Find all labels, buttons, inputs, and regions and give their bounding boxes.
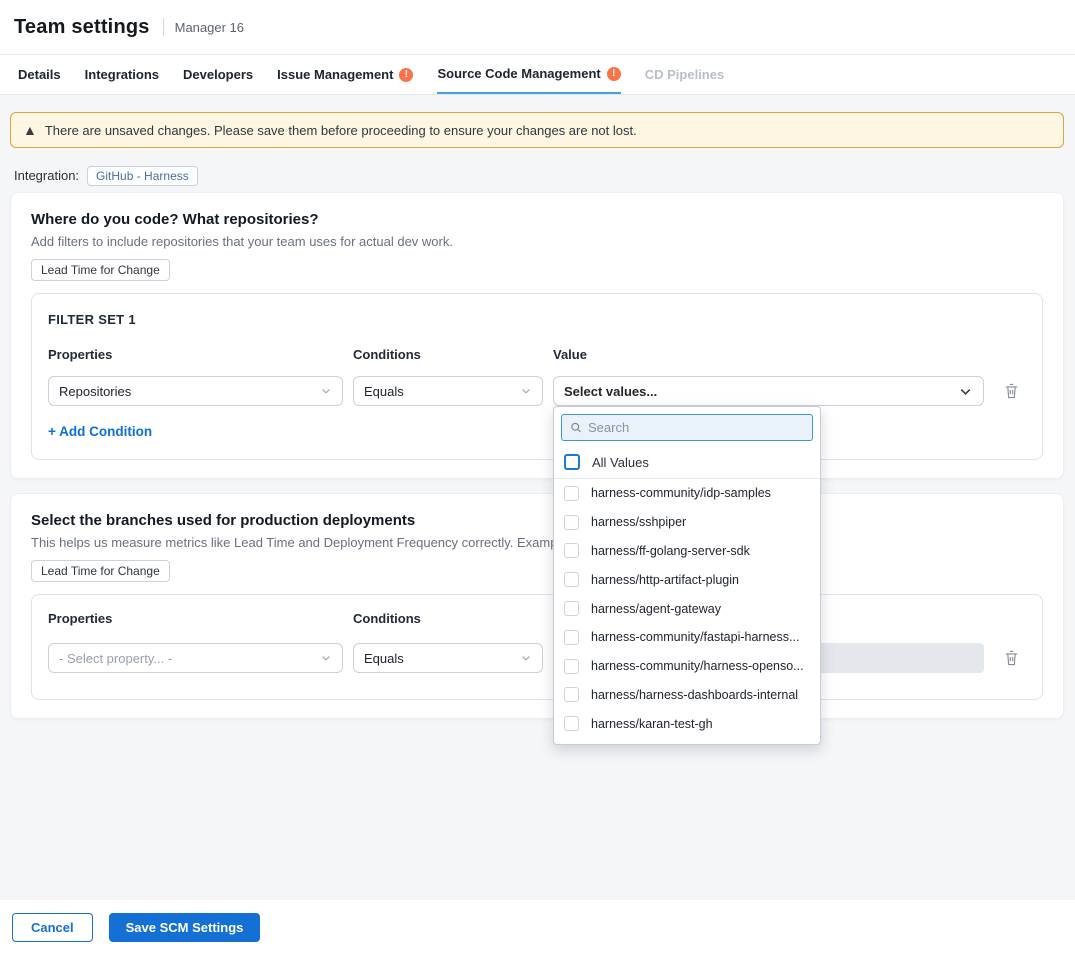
warning-triangle-icon: ▲︎⁠ [23, 123, 37, 137]
dropdown-option[interactable]: harness-community/harness-openso... [554, 652, 820, 681]
filter-row: - Select property... - Equals [48, 643, 1026, 673]
values-dropdown-list: harness-community/idp-samples harness/ssh… [554, 479, 820, 745]
tab-issue-management[interactable]: Issue Management [277, 55, 413, 94]
dropdown-option[interactable]: harness/… [554, 738, 820, 745]
integration-label: Integration: [14, 168, 79, 183]
filter-set-1: FILTER SET 1 Properties Conditions Value… [31, 293, 1043, 460]
branches-card-title: Select the branches used for production … [31, 512, 1043, 529]
property-select[interactable]: - Select property... - [48, 643, 343, 673]
repositories-card: Where do you code? What repositories? Ad… [10, 192, 1064, 479]
dropdown-option-label: harness/http-artifact-plugin [591, 573, 739, 587]
checkbox[interactable] [564, 572, 579, 587]
dropdown-option-label: harness/agent-gateway [591, 602, 721, 616]
banner-text: There are unsaved changes. Please save t… [45, 123, 637, 138]
checkbox[interactable] [564, 454, 580, 470]
dropdown-option[interactable]: harness/sshpiper [554, 508, 820, 537]
chevron-down-icon [320, 385, 332, 397]
all-values-option[interactable]: All Values [554, 447, 820, 479]
metric-chip-lead-time: Lead Time for Change [31, 259, 170, 281]
chevron-down-icon [520, 652, 532, 664]
dropdown-option-label: harness-community/idp-samples [591, 486, 771, 500]
repositories-card-title: Where do you code? What repositories? [31, 211, 1043, 228]
footer-action-bar: Cancel Save SCM Settings [0, 900, 1075, 954]
cancel-button[interactable]: Cancel [12, 913, 93, 942]
page-title: Team settings [14, 16, 150, 39]
all-values-label: All Values [592, 455, 649, 470]
save-scm-settings-button[interactable]: Save SCM Settings [109, 913, 261, 942]
checkbox[interactable] [564, 601, 579, 616]
title-divider [163, 18, 164, 36]
properties-column-header: Properties [48, 611, 343, 626]
value-column-header: Value [553, 347, 984, 362]
branches-card: Select the branches used for production … [10, 493, 1064, 719]
tab-developers[interactable]: Developers [183, 55, 253, 94]
values-dropdown: All Values harness-community/idp-samples… [553, 406, 821, 745]
search-icon [570, 421, 582, 434]
trash-icon [1003, 382, 1020, 400]
dropdown-option-label: harness-community/fastapi-harness... [591, 630, 799, 644]
dropdown-option[interactable]: harness/karan-test-gh [554, 709, 820, 738]
dropdown-option-label: harness/ff-golang-server-sdk [591, 544, 750, 558]
repositories-card-subtitle: Add filters to include repositories that… [31, 234, 1043, 249]
dropdown-option-label: harness/karan-test-gh [591, 717, 713, 731]
dropdown-search-input[interactable] [588, 420, 804, 435]
dropdown-option[interactable]: harness/http-artifact-plugin [554, 565, 820, 594]
delete-filter-button[interactable] [1003, 649, 1020, 667]
branches-card-subtitle: This helps us measure metrics like Lead … [31, 535, 1043, 550]
unsaved-changes-banner: ▲︎⁠ There are unsaved changes. Please sa… [10, 112, 1064, 148]
dropdown-option[interactable]: harness/harness-dashboards-internal [554, 681, 820, 710]
dropdown-search-box [561, 414, 813, 441]
chevron-down-icon [958, 384, 973, 399]
filter-column-headers: Properties Conditions Value [48, 347, 1026, 362]
integration-row: Integration: GitHub - Harness [14, 166, 1075, 185]
tab-integrations[interactable]: Integrations [85, 55, 159, 94]
team-name: Manager 16 [175, 20, 244, 35]
checkbox[interactable] [564, 543, 579, 558]
branches-filter-set: Properties Conditions - Select property.… [31, 594, 1043, 700]
checkbox[interactable] [564, 716, 579, 731]
tab-source-code-management[interactable]: Source Code Management [437, 55, 620, 94]
filter-row: Repositories Equals Select values... [48, 376, 1026, 406]
dropdown-option-label: harness/harness-dashboards-internal [591, 688, 798, 702]
dropdown-option[interactable]: harness/ff-golang-server-sdk [554, 537, 820, 566]
metric-chip-lead-time: Lead Time for Change [31, 560, 170, 582]
page-header: Team settings Manager 16 [0, 0, 1075, 55]
tab-cd-pipelines[interactable]: CD Pipelines [645, 55, 724, 94]
chevron-down-icon [320, 652, 332, 664]
conditions-column-header: Conditions [353, 347, 543, 362]
checkbox[interactable] [564, 630, 579, 645]
condition-select[interactable]: Equals [353, 643, 543, 673]
dropdown-option[interactable]: harness/agent-gateway [554, 594, 820, 623]
delete-filter-button[interactable] [1003, 382, 1020, 400]
chevron-down-icon [520, 385, 532, 397]
dropdown-option-label: harness-community/harness-openso... [591, 659, 804, 673]
alert-badge-icon [399, 68, 413, 82]
checkbox[interactable] [564, 687, 579, 702]
filter-set-title: FILTER SET 1 [48, 312, 1026, 327]
team-settings-page: Team settings Manager 16 Details Integra… [0, 0, 1075, 954]
add-condition-link[interactable]: + Add Condition [48, 424, 152, 439]
checkbox[interactable] [564, 659, 579, 674]
trash-icon [1003, 649, 1020, 667]
dropdown-option[interactable]: harness-community/idp-samples [554, 479, 820, 508]
alert-badge-icon [607, 67, 621, 81]
filter-column-headers: Properties Conditions [48, 611, 1026, 626]
tab-bar: Details Integrations Developers Issue Ma… [0, 55, 1075, 95]
dropdown-option[interactable]: harness-community/fastapi-harness... [554, 623, 820, 652]
property-select[interactable]: Repositories [48, 376, 343, 406]
conditions-column-header: Conditions [353, 611, 543, 626]
tab-details[interactable]: Details [18, 55, 61, 94]
dropdown-option-label: harness/sshpiper [591, 515, 686, 529]
condition-select[interactable]: Equals [353, 376, 543, 406]
integration-chip[interactable]: GitHub - Harness [87, 166, 198, 186]
checkbox[interactable] [564, 486, 579, 501]
checkbox[interactable] [564, 515, 579, 530]
properties-column-header: Properties [48, 347, 343, 362]
value-multiselect[interactable]: Select values... [553, 376, 984, 406]
content-area: ▲︎⁠ There are unsaved changes. Please sa… [0, 95, 1075, 900]
